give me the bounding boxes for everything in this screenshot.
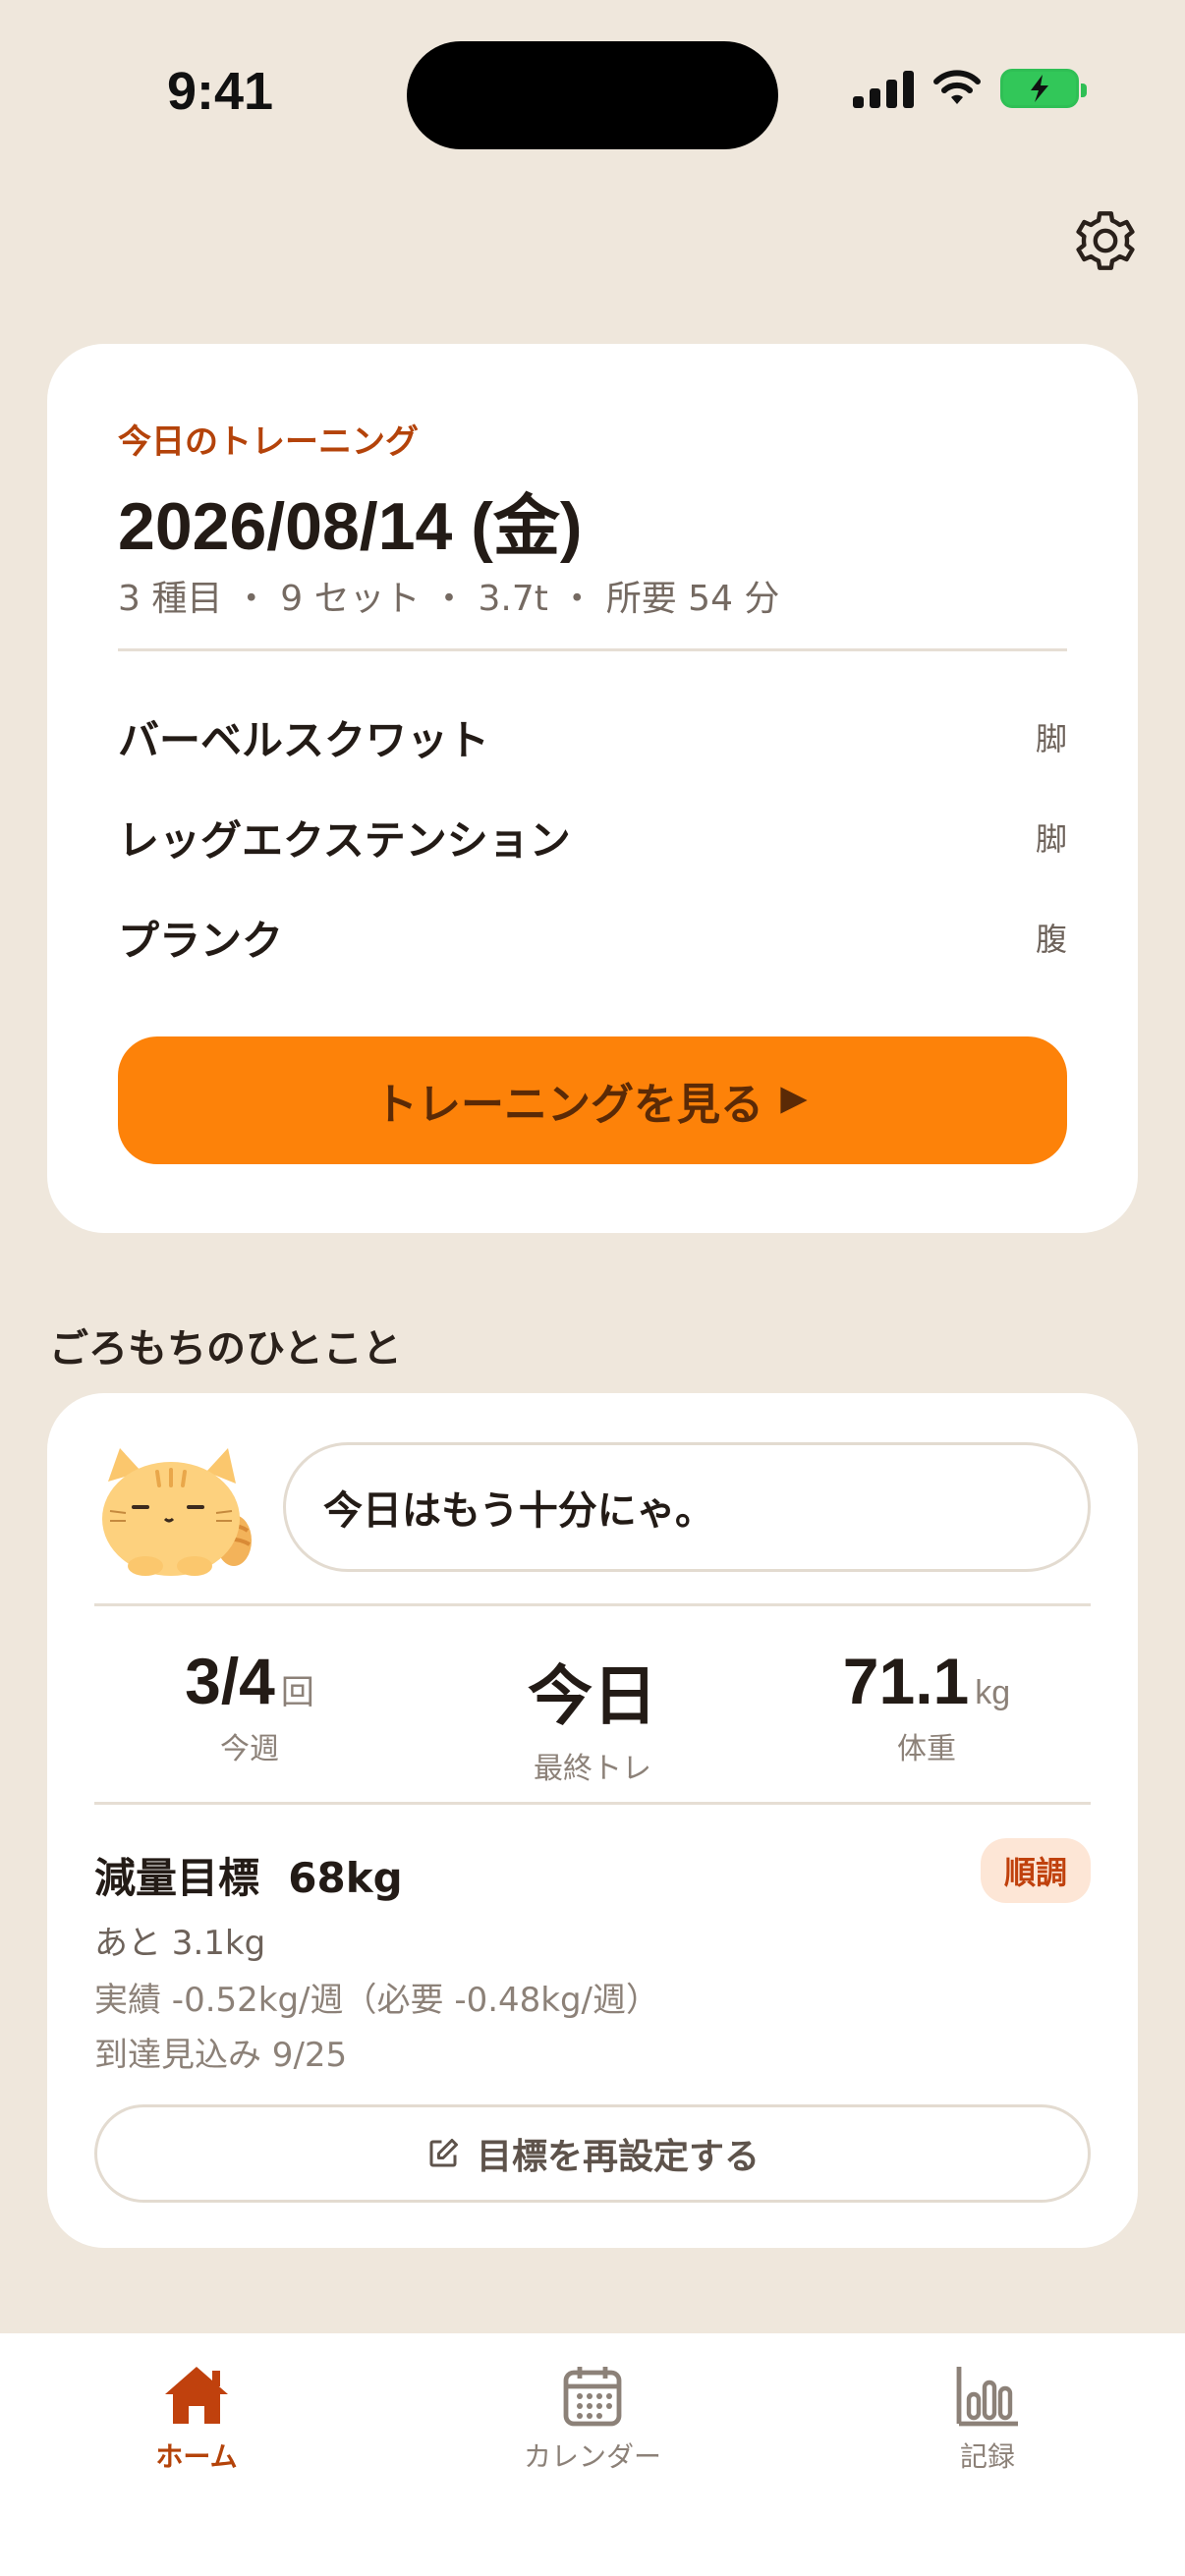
tab-label: 記録 <box>959 2440 1015 2473</box>
cat-avatar-icon <box>102 1448 252 1576</box>
training-summary: 3 種目 ・ 9 セット ・ 3.7t ・ 所要 54 分 <box>118 579 780 619</box>
goal-title: 減量目標 68kg <box>94 1854 403 1902</box>
reset-goal-label: 目標を再設定する <box>476 2137 760 2177</box>
status-time: 9:41 <box>167 62 274 121</box>
signal-icon <box>853 69 914 108</box>
stat-label: 最終トレ <box>534 1752 651 1786</box>
view-training-label: トレーニングを見る <box>374 1080 763 1130</box>
reset-goal-button[interactable]: 目標を再設定する <box>94 2104 1091 2203</box>
divider <box>94 1802 1091 1805</box>
edit-icon <box>429 2139 458 2167</box>
stat-weekly-sessions: 3/4 回 今週 <box>102 1644 397 1767</box>
stat-unit: 回 <box>280 1674 314 1711</box>
exercise-row: レッグエクステンション 脚 <box>118 808 1067 867</box>
training-date: 2026/08/14 (金) <box>118 489 583 564</box>
chart-icon <box>956 2367 1018 2427</box>
exercise-body-part: 腹 <box>1035 921 1067 958</box>
goal-eta: 到達見込み 9/25 <box>94 2036 348 2075</box>
stat-value: 71.1 <box>842 1645 970 1717</box>
tab-label: カレンダー <box>523 2440 661 2473</box>
dynamic-island <box>407 41 778 149</box>
view-training-button[interactable]: トレーニングを見る <box>118 1036 1067 1164</box>
status-badge: 順調 <box>980 1838 1091 1903</box>
section-title: ごろもちのひとこと <box>49 1326 402 1372</box>
tab-calendar[interactable]: カレンダー <box>475 2363 710 2475</box>
stat-value: 今日 <box>528 1659 657 1732</box>
exercise-name: バーベルスクワット <box>118 715 490 764</box>
stat-value: 3/4 <box>185 1645 275 1717</box>
cat-message: 今日はもう十分にゃ。 <box>323 1488 714 1534</box>
settings-button[interactable] <box>1071 206 1140 275</box>
exercise-name: レッグエクステンション <box>118 815 571 865</box>
home-icon <box>165 2367 228 2424</box>
cat-speech-bubble: 今日はもう十分にゃ。 <box>283 1442 1091 1572</box>
battery-icon <box>1000 69 1087 108</box>
stat-label: 体重 <box>897 1732 956 1766</box>
home-screen: 9:41 今日のトレーニング 2026/08/14 (金) 3 種目 ・ 9 セ… <box>0 0 1185 2576</box>
divider <box>94 1603 1091 1606</box>
stat-weight: 71.1 kg 体重 <box>779 1644 1074 1767</box>
training-eyebrow: 今日のトレーニング <box>118 422 419 462</box>
exercise-body-part: 脚 <box>1035 820 1067 858</box>
tab-home[interactable]: ホーム <box>79 2363 314 2475</box>
status-icons <box>853 69 1087 108</box>
divider <box>118 648 1067 651</box>
exercise-body-part: 脚 <box>1035 720 1067 757</box>
tab-bar: ホーム カレンダー 記録 <box>0 2333 1185 2576</box>
exercise-name: プランク <box>118 916 284 965</box>
gear-icon <box>1076 211 1135 270</box>
stat-unit: kg <box>975 1674 1011 1711</box>
wifi-icon <box>933 70 981 104</box>
tab-label: ホーム <box>155 2440 238 2473</box>
exercise-row: バーベルスクワット 脚 <box>118 707 1067 766</box>
cat-card: 今日はもう十分にゃ。 3/4 回 今週 今日 最終トレ 71.1 kg 体重 減量目… <box>47 1393 1138 2248</box>
stat-label: 今週 <box>220 1732 279 1766</box>
exercise-row: プランク 腹 <box>118 908 1067 967</box>
goal-pace: 実績 -0.52kg/週（必要 -0.48kg/週） <box>94 1981 660 2020</box>
tab-records[interactable]: 記録 <box>870 2363 1105 2475</box>
goal-remaining: あと 3.1kg <box>94 1924 266 1963</box>
training-card: 今日のトレーニング 2026/08/14 (金) 3 種目 ・ 9 セット ・ … <box>47 344 1138 1233</box>
stat-last-training: 今日 最終トレ <box>445 1644 740 1787</box>
play-icon <box>780 1087 808 1114</box>
calendar-icon <box>563 2367 622 2427</box>
